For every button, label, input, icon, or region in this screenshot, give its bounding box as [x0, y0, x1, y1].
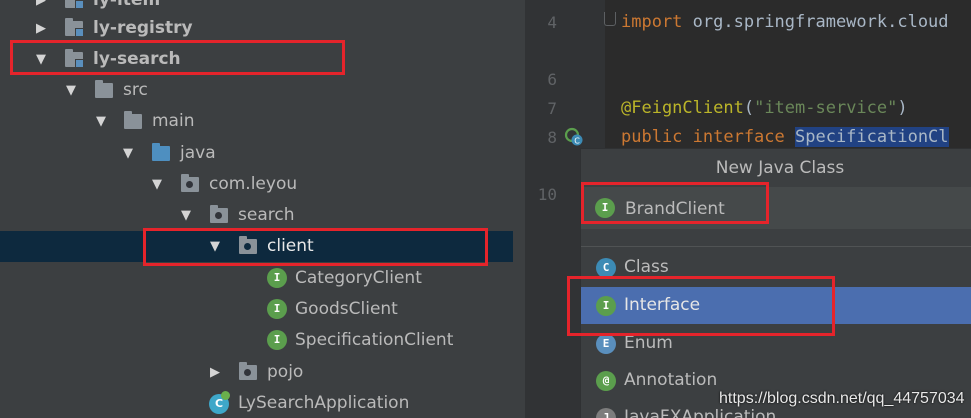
tree-item-goodsclient[interactable]: I GoodsClient	[0, 294, 525, 325]
tree-item-pojo[interactable]: ▶ pojo	[0, 357, 525, 388]
package-icon	[181, 174, 199, 192]
interface-icon: I	[267, 299, 287, 319]
line-number: 10	[537, 185, 557, 204]
import-path: org.springframework.cloud	[682, 12, 949, 32]
module-folder-icon	[65, 0, 84, 9]
tree-item-label: pojo	[267, 362, 304, 382]
annotation-icon: @	[596, 371, 616, 391]
implemented-interface-icon[interactable]: C	[564, 127, 584, 147]
folder-icon	[95, 80, 113, 98]
panel-divider[interactable]	[513, 0, 525, 418]
tree-item-label: search	[238, 205, 295, 225]
tree-item-label: GoodsClient	[295, 299, 398, 319]
package-icon	[239, 362, 257, 380]
enum-icon: E	[596, 334, 616, 354]
expand-arrow-icon[interactable]: ▶	[208, 357, 222, 388]
collapse-arrow-icon[interactable]: ▼	[150, 169, 164, 200]
line-number: 7	[547, 99, 557, 118]
class-name-highlighted: SpecificationCl	[795, 127, 949, 147]
tree-item-label: CategoryClient	[295, 268, 422, 288]
tree-item-label: main	[152, 111, 195, 131]
interface-icon: I	[267, 330, 287, 350]
folder-icon	[124, 111, 142, 129]
highlight-box-ly-search	[10, 40, 345, 75]
tree-item-categoryclient[interactable]: I CategoryClient	[0, 263, 525, 294]
watermark-text: https://blog.csdn.net/qq_44757034	[719, 390, 965, 407]
highlight-box-interface	[567, 276, 835, 336]
tree-item-search[interactable]: ▼ search	[0, 200, 525, 231]
highlight-box-client	[143, 228, 488, 266]
kind-option-label: Annotation	[624, 370, 718, 390]
tree-item-main[interactable]: ▼ main	[0, 106, 525, 137]
collapse-arrow-icon[interactable]: ▼	[121, 138, 135, 169]
tree-item-label: java	[180, 143, 216, 163]
svg-text:C: C	[574, 137, 580, 146]
tree-item-label: src	[123, 80, 148, 100]
tree-item-lysearchapplication[interactable]: C LySearchApplication	[0, 388, 525, 418]
tree-item-src[interactable]: ▼ src	[0, 75, 525, 106]
highlight-box-class-name	[581, 182, 769, 224]
paren-close: )	[897, 98, 908, 118]
paren-open: (	[743, 98, 755, 118]
collapse-arrow-icon[interactable]: ▼	[179, 200, 193, 231]
code-line-import[interactable]: import org.springframework.cloud	[621, 12, 949, 32]
line-number: 8	[547, 128, 557, 147]
tree-item-label: SpecificationClient	[295, 330, 454, 350]
tree-item-specificationclient[interactable]: I SpecificationClient	[0, 325, 525, 356]
line-number: 6	[547, 70, 557, 89]
line-number: 4	[547, 13, 557, 32]
code-line-annotation[interactable]: @FeignClient("item-service")	[621, 98, 908, 118]
annotation-feignclient: @FeignClient	[621, 98, 744, 118]
spring-boot-class-icon: C	[209, 391, 230, 414]
javafx-icon: J	[596, 408, 616, 418]
annotation-argument: "item-service"	[754, 98, 898, 118]
code-line-declaration[interactable]: public interface SpecificationCl	[621, 127, 949, 147]
module-folder-icon	[65, 18, 84, 37]
tree-item-label: LySearchApplication	[238, 393, 410, 413]
tree-item-java[interactable]: ▼ java	[0, 138, 525, 169]
source-folder-icon	[152, 143, 170, 161]
keyword-import: import	[621, 12, 683, 32]
interface-icon: I	[267, 268, 287, 288]
class-icon: C	[596, 258, 616, 278]
package-icon	[210, 205, 228, 223]
keyword-public-interface: public interface	[621, 127, 795, 147]
collapse-arrow-icon[interactable]: ▼	[64, 75, 78, 106]
popup-separator	[581, 231, 971, 247]
collapse-arrow-icon[interactable]: ▼	[94, 106, 108, 137]
fold-marker-icon[interactable]	[604, 12, 616, 26]
tree-item-label: com.leyou	[209, 174, 298, 194]
tree-item-com-leyou[interactable]: ▼ com.leyou	[0, 169, 525, 200]
